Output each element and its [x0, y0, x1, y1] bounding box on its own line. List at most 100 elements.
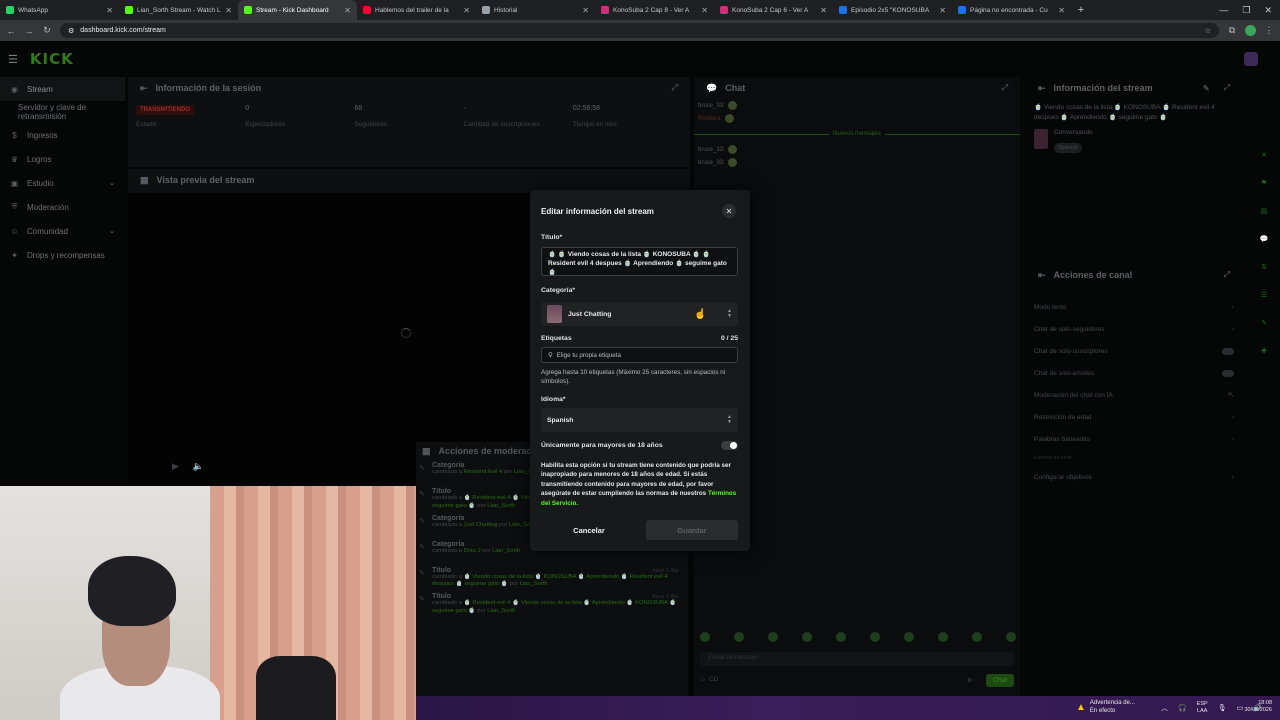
sidebar-item[interactable]: $ Ingresos — [0, 123, 125, 147]
minimize-icon[interactable]: — — [1219, 5, 1228, 15]
channel-action[interactable]: Moderación del chat con IA ⇱ — [1026, 384, 1242, 406]
popout-icon[interactable]: ⤢ — [672, 83, 678, 93]
quick-emote-icon[interactable] — [802, 632, 812, 642]
chevron-right-icon[interactable]: › — [1232, 414, 1234, 421]
tool-icon[interactable]: ▤ — [1254, 197, 1274, 225]
quick-emote-icon[interactable] — [734, 632, 744, 642]
chevron-right-icon[interactable]: › — [1232, 304, 1234, 311]
browser-menu-icon[interactable]: ⋮ — [1264, 25, 1274, 36]
bookmark-star-icon[interactable]: ☆ — [1205, 27, 1211, 35]
sidebar-item[interactable]: ◉ Stream — [0, 77, 125, 101]
chat-input[interactable]: Enviar un mensaje — [700, 652, 1014, 666]
mature-toggle[interactable] — [721, 441, 738, 450]
category-select[interactable]: Just Chatting ▲ ▼ — [541, 302, 738, 326]
warning-notification[interactable]: ▲ Advertencia de... En efecto — [1076, 700, 1135, 715]
browser-tab[interactable]: KonoSuba 2 Cap 6 - Ver A ✕ — [714, 0, 833, 20]
channel-action[interactable]: Restricción de edad › — [1026, 406, 1242, 428]
address-bar[interactable]: ⚙ dashboard.kick.com/stream ☆ — [60, 23, 1219, 38]
channel-action[interactable]: Configurar objetivos › — [1026, 466, 1242, 488]
popout-icon[interactable]: ⤢ — [1224, 83, 1230, 93]
tags-input[interactable]: ⚲ Elige tu propia etiqueta — [541, 347, 738, 363]
extensions-icon[interactable]: ⧉ — [1227, 25, 1237, 36]
profile-avatar[interactable] — [1245, 25, 1256, 36]
user-avatar[interactable] — [1244, 52, 1258, 66]
save-button[interactable]: Guardar — [646, 520, 738, 540]
reload-icon[interactable]: ↻ — [42, 25, 52, 36]
browser-tab[interactable]: Historial ✕ — [476, 0, 595, 20]
language-select[interactable]: Spanish ▲ ▼ — [541, 408, 738, 432]
tab-close-icon[interactable]: ✕ — [701, 6, 708, 15]
clock[interactable]: 18:08 30/03/2026 — [1244, 700, 1272, 714]
tab-close-icon[interactable]: ✕ — [463, 6, 470, 15]
moderation-user[interactable]: Lian_Sorth — [520, 581, 548, 587]
sidebar-item[interactable]: ☺ Comunidad ⌄ — [0, 219, 125, 243]
menu-icon[interactable]: ☰ — [8, 53, 18, 66]
chevron-down-icon[interactable]: ⌄ — [109, 227, 115, 235]
toggle-switch[interactable] — [1222, 369, 1234, 377]
tool-icon[interactable]: ☰ — [1254, 281, 1274, 309]
tab-close-icon[interactable]: ✕ — [582, 6, 589, 15]
chevron-down-icon[interactable]: ⌄ — [109, 179, 115, 187]
tab-close-icon[interactable]: ✕ — [939, 6, 946, 15]
channel-action[interactable]: Chat de solo-seguidores › — [1026, 318, 1242, 340]
close-window-icon[interactable]: ✕ — [1264, 5, 1272, 16]
tab-close-icon[interactable]: ✕ — [1058, 6, 1065, 15]
channel-action[interactable]: Chat de solo-emotes — [1026, 362, 1242, 384]
forward-icon[interactable]: → — [24, 26, 34, 36]
moderation-user[interactable]: Lian_Sorth — [487, 608, 515, 614]
tool-icon[interactable]: ✕ — [1254, 141, 1274, 169]
tab-close-icon[interactable]: ✕ — [225, 6, 232, 15]
moderation-user[interactable]: Lian_Sorth — [492, 548, 520, 554]
chevron-right-icon[interactable]: › — [1232, 436, 1234, 443]
tab-close-icon[interactable]: ✕ — [820, 6, 827, 15]
collapse-icon[interactable]: ⇤ — [140, 83, 148, 94]
sidebar-item[interactable]: ♛ Logros — [0, 147, 125, 171]
tool-icon[interactable]: ✎ — [1254, 309, 1274, 337]
channel-action[interactable]: Modo lento › — [1026, 296, 1242, 318]
chevron-right-icon[interactable]: › — [1232, 474, 1234, 481]
cancel-button[interactable]: Cancelar — [541, 520, 637, 540]
site-info-icon[interactable]: ⚙ — [68, 27, 74, 35]
play-icon[interactable]: ▶ — [172, 461, 179, 472]
browser-tab[interactable]: WhatsApp ✕ — [0, 0, 119, 20]
channel-action[interactable]: Chat de solo-suscriptores — [1026, 340, 1242, 362]
chevron-right-icon[interactable]: › — [1232, 326, 1234, 333]
quick-emote-icon[interactable] — [904, 632, 914, 642]
sidebar-item[interactable]: ✦ Drops y recompensas — [0, 243, 125, 267]
quick-emote-icon[interactable] — [1006, 632, 1016, 642]
quick-emote-icon[interactable] — [700, 632, 710, 642]
quick-emote-icon[interactable] — [836, 632, 846, 642]
browser-tab[interactable]: Lian_Sorth Stream - Watch Live ✕ — [119, 0, 238, 20]
collapse-icon[interactable]: ⇤ — [1038, 270, 1046, 281]
quick-emote-icon[interactable] — [938, 632, 948, 642]
back-icon[interactable]: ← — [6, 26, 16, 36]
tool-icon[interactable]: 💬 — [1254, 225, 1274, 253]
browser-tab[interactable]: Episodio 2x5 "KONOSUBA ✕ — [833, 0, 952, 20]
stream-title-input[interactable]: 🍵 🍵 Viendo cosas de la lista 🍵 KONOSUBA … — [541, 247, 738, 276]
quick-emote-icon[interactable] — [768, 632, 778, 642]
volume-icon[interactable]: 🔈 — [193, 461, 204, 472]
kick-logo[interactable]: KICK — [30, 50, 74, 68]
keyboard-language[interactable]: ESP LAA — [1197, 701, 1208, 714]
toggle-switch[interactable] — [1222, 347, 1234, 355]
sidebar-item[interactable]: ▣ Estudio ⌄ — [0, 171, 125, 195]
headset-icon[interactable]: 🎧 — [1178, 704, 1187, 712]
tool-icon[interactable]: ✚ — [1254, 337, 1274, 365]
channel-action[interactable]: Palabras baneadas › — [1026, 428, 1242, 450]
sidebar-item[interactable]: ⛨ Moderación — [0, 195, 125, 219]
tool-icon[interactable]: ⇅ — [1254, 253, 1274, 281]
close-icon[interactable]: ✕ — [722, 204, 736, 218]
external-link-icon[interactable]: ⇱ — [1228, 391, 1234, 399]
moderation-user[interactable]: Lian_Sorth — [487, 503, 515, 509]
quick-emote-icon[interactable] — [870, 632, 880, 642]
browser-tab[interactable]: Stream - Kick Dashboard ✕ — [238, 0, 357, 20]
popout-icon[interactable]: ⤢ — [1002, 83, 1008, 93]
tab-close-icon[interactable]: ✕ — [344, 6, 351, 15]
new-tab-icon[interactable]: + — [1071, 0, 1091, 20]
collapse-icon[interactable]: ⇤ — [1038, 83, 1046, 94]
chat-settings-icon[interactable]: ⚙ — [967, 677, 972, 684]
browser-tab[interactable]: Hablemos del trailer de la ✕ — [357, 0, 476, 20]
browser-tab[interactable]: Página no encontrada - Cu ✕ — [952, 0, 1071, 20]
maximize-icon[interactable]: ❐ — [1242, 5, 1250, 16]
network-icon[interactable]: ▭ — [1237, 704, 1244, 712]
